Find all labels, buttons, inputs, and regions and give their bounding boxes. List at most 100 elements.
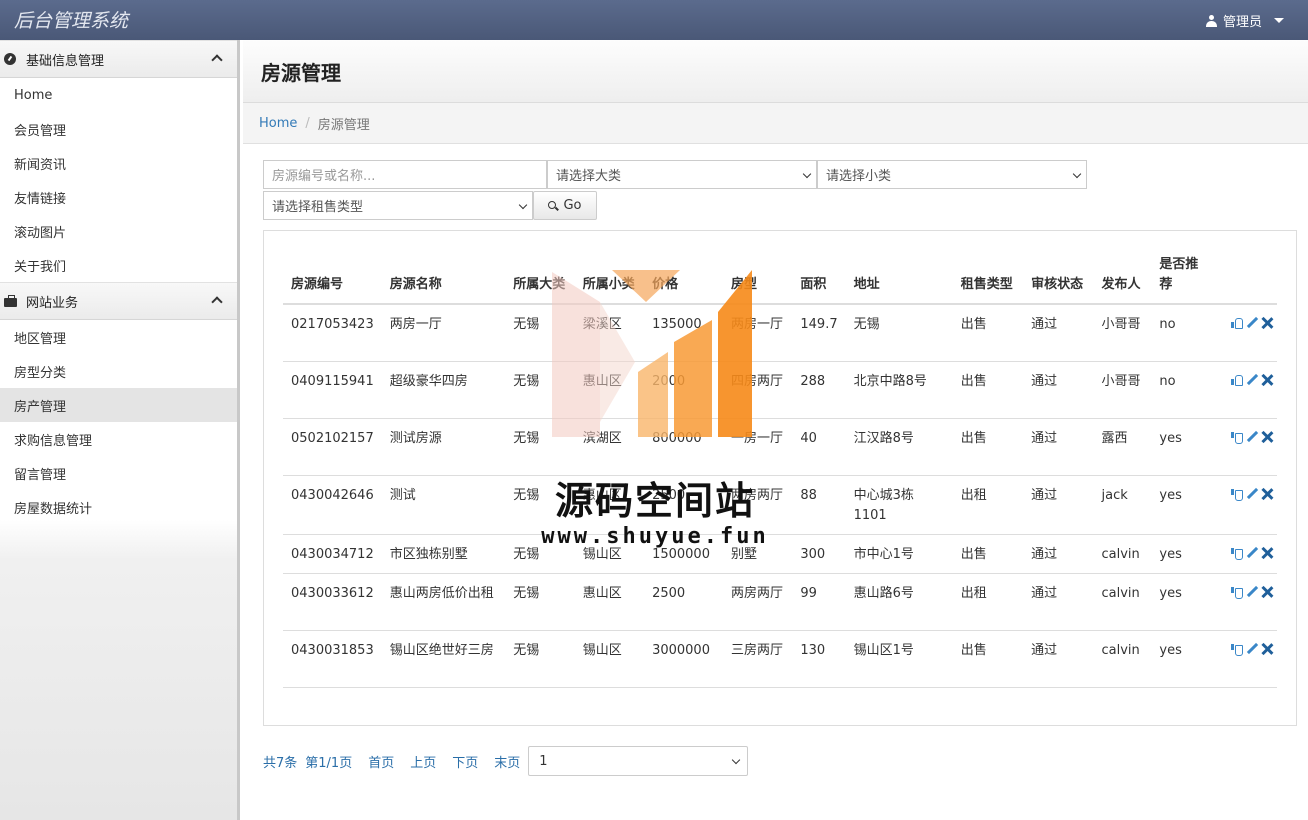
- page-select[interactable]: 1: [528, 746, 749, 776]
- go-button[interactable]: Go: [533, 191, 597, 220]
- edit-button[interactable]: [1246, 431, 1258, 443]
- chevron-up-icon: [211, 296, 223, 308]
- unrecommend-button[interactable]: [1231, 643, 1243, 656]
- table-cell: 40: [792, 418, 846, 476]
- breadcrumb-home[interactable]: Home: [259, 116, 297, 131]
- sidebar-item-purchase-requests[interactable]: 求购信息管理: [0, 422, 237, 456]
- first-page-link[interactable]: 首页: [368, 752, 394, 771]
- table-cell: 通过: [1023, 534, 1094, 574]
- prev-page-link[interactable]: 上页: [410, 752, 436, 771]
- edit-button[interactable]: [1246, 586, 1258, 598]
- table-cell: 2000: [644, 361, 723, 419]
- sidebar-item-members[interactable]: 会员管理: [0, 112, 237, 146]
- delete-button[interactable]: [1261, 547, 1273, 559]
- caret-down-icon: [1274, 18, 1284, 23]
- sidebar-item-news[interactable]: 新闻资讯: [0, 146, 237, 180]
- table-cell: 无锡: [505, 573, 575, 631]
- sidebar-item-statistics[interactable]: 房屋数据统计: [0, 490, 237, 524]
- column-header: 所属大类: [505, 255, 575, 305]
- table-cell: 3000000: [644, 630, 723, 688]
- chevron-down-icon: [732, 755, 741, 765]
- edit-button[interactable]: [1246, 547, 1258, 559]
- sidebar-item-properties[interactable]: 房产管理: [0, 388, 237, 422]
- recommend-button[interactable]: [1231, 374, 1243, 386]
- sidebar-group-title: 网站业务: [26, 295, 79, 311]
- subcategory-select[interactable]: 请选择小类: [817, 160, 1087, 189]
- sidebar-item-slides[interactable]: 滚动图片: [0, 214, 237, 248]
- table-cell: 惠山两房低价出租: [381, 573, 506, 631]
- table-cell: 130: [792, 630, 846, 688]
- table-cell: 惠山区: [574, 573, 645, 631]
- sidebar-item-home[interactable]: Home: [0, 78, 237, 112]
- edit-button[interactable]: [1246, 643, 1258, 655]
- table-cell: no: [1151, 361, 1217, 419]
- keyword-input[interactable]: 房源编号或名称...: [263, 160, 547, 189]
- sidebar-item-links[interactable]: 友情链接: [0, 180, 237, 214]
- edit-button[interactable]: [1246, 488, 1258, 500]
- sidebar-item-about[interactable]: 关于我们: [0, 248, 237, 282]
- next-page-link[interactable]: 下页: [452, 752, 478, 771]
- table-cell: 0502102157: [283, 418, 382, 476]
- table-cell: 别墅: [723, 534, 793, 574]
- table-cell: no: [1151, 304, 1217, 362]
- table-cell: 无锡: [505, 418, 575, 476]
- table-cell: 三房两厅: [723, 630, 793, 688]
- table-cell: 0409115941: [283, 361, 382, 419]
- edit-button[interactable]: [1246, 374, 1258, 386]
- delete-button[interactable]: [1261, 643, 1273, 655]
- table-cell: 出售: [952, 630, 1024, 688]
- column-header: 房源编号: [283, 255, 382, 305]
- column-header: 租售类型: [952, 255, 1024, 305]
- sale-type-select[interactable]: 请选择租售类型: [263, 191, 533, 220]
- table-cell: 出售: [952, 361, 1024, 419]
- sidebar-list-basic: Home 会员管理 新闻资讯 友情链接 滚动图片 关于我们: [0, 78, 237, 282]
- table-cell: 135000: [644, 304, 723, 362]
- table-cell: 出售: [952, 534, 1024, 574]
- table-cell: 800000: [644, 418, 723, 476]
- row-actions: [1217, 418, 1277, 476]
- delete-button[interactable]: [1261, 374, 1273, 386]
- search-icon: [548, 200, 558, 211]
- table-cell: 出售: [952, 304, 1024, 362]
- user-icon: [1205, 14, 1217, 27]
- table-cell: 惠山区: [574, 361, 645, 419]
- sidebar-item-regions[interactable]: 地区管理: [0, 320, 237, 354]
- unrecommend-button[interactable]: [1231, 586, 1243, 599]
- app-title: 后台管理系统: [14, 10, 129, 32]
- table-cell: 2500: [644, 573, 723, 631]
- pagination: 共7条 第1/1页 首页 上页 下页 末页 1: [263, 746, 749, 776]
- delete-button[interactable]: [1261, 317, 1273, 329]
- user-menu[interactable]: 管理员: [1205, 11, 1284, 30]
- table-cell: 88: [792, 475, 846, 535]
- briefcase-icon: [4, 295, 18, 307]
- unrecommend-button[interactable]: [1231, 431, 1243, 444]
- sidebar-group-business[interactable]: 网站业务: [0, 282, 237, 320]
- unrecommend-button[interactable]: [1231, 488, 1243, 501]
- table-cell: 出租: [952, 573, 1024, 631]
- table-cell: 梁溪区: [574, 304, 645, 362]
- chevron-up-icon: [211, 54, 223, 66]
- table-cell: 锡山区1号: [845, 630, 953, 688]
- category-select[interactable]: 请选择大类: [547, 160, 817, 189]
- unrecommend-button[interactable]: [1231, 547, 1243, 560]
- recommend-button[interactable]: [1231, 317, 1243, 329]
- delete-button[interactable]: [1261, 488, 1273, 500]
- sidebar-item-room-types[interactable]: 房型分类: [0, 354, 237, 388]
- edit-button[interactable]: [1246, 317, 1258, 329]
- delete-button[interactable]: [1261, 586, 1273, 598]
- table-cell: calvin: [1093, 573, 1152, 631]
- chevron-down-icon: [518, 200, 528, 210]
- breadcrumb-separator: /: [305, 115, 310, 131]
- delete-button[interactable]: [1261, 431, 1273, 443]
- table-cell: jack: [1093, 475, 1152, 535]
- sidebar-group-basic[interactable]: 基础信息管理: [0, 40, 237, 78]
- table-cell: 惠山区: [574, 475, 645, 535]
- sidebar-item-messages[interactable]: 留言管理: [0, 456, 237, 490]
- table-cell: 通过: [1023, 361, 1094, 419]
- column-header: 所属小类: [574, 255, 645, 305]
- sidebar-group-title: 基础信息管理: [26, 53, 105, 69]
- table-cell: 测试房源: [381, 418, 506, 476]
- table-cell: 北京中路8号: [845, 361, 953, 419]
- table-cell: 中心城3栋1101: [845, 475, 953, 535]
- last-page-link[interactable]: 末页: [494, 752, 520, 771]
